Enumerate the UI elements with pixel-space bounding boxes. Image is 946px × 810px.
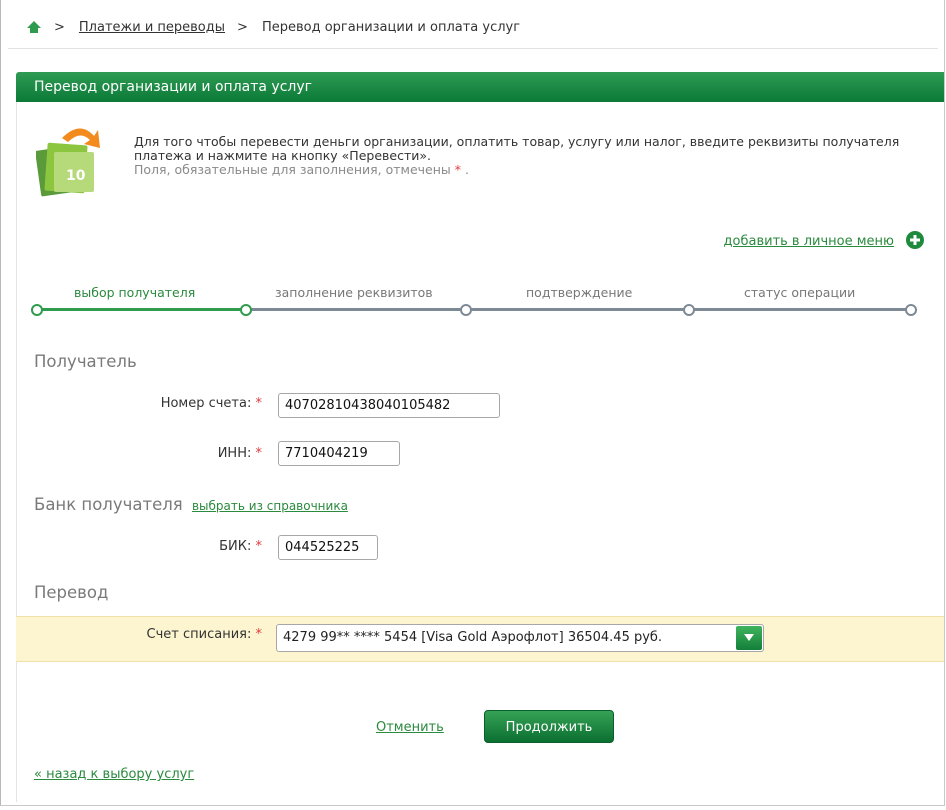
chevron-right-icon: >: [54, 19, 65, 35]
page-header: Перевод организации и оплата услуг: [16, 72, 944, 102]
account-number-label-text: Номер счета:: [160, 396, 252, 411]
add-to-menu-link[interactable]: добавить в личное меню: [724, 234, 894, 249]
inn-label-text: ИНН:: [217, 446, 252, 461]
step-operation-status: статус операции: [744, 285, 856, 300]
breadcrumb: > Платежи и переводы > Перевод организац…: [26, 17, 520, 37]
debit-account-value: 4279 99** **** 5454 [Visa Gold Аэрофлот]…: [283, 630, 663, 645]
required-hint: Поля, обязательные для заполнения, отмеч…: [134, 163, 924, 177]
required-star: *: [255, 627, 263, 642]
page-title: Перевод организации и оплата услуг: [34, 79, 312, 95]
step-node-end: [905, 304, 917, 316]
inn-label: ИНН: *: [60, 446, 262, 461]
inn-input[interactable]: 7710404219: [278, 441, 400, 466]
section-recipient: Получатель: [34, 352, 137, 371]
breadcrumb-current: Перевод организации и оплата услуг: [261, 19, 521, 35]
required-star: *: [255, 539, 263, 554]
breadcrumb-link-payments[interactable]: Платежи и переводы: [79, 20, 225, 35]
account-number-input[interactable]: 40702810438040105482: [278, 393, 500, 418]
required-star: *: [255, 446, 263, 461]
chevron-right-icon: >: [237, 19, 248, 35]
required-hint-end: .: [464, 162, 469, 177]
debit-account-select[interactable]: 4279 99** **** 5454 [Visa Gold Аэрофлот]…: [276, 624, 764, 652]
step-track: [246, 308, 912, 311]
intro-description: Для того чтобы перевести деньги организа…: [134, 135, 924, 177]
section-bank-title: Банк получателя: [34, 495, 183, 514]
choose-from-directory-link[interactable]: выбрать из справочника: [192, 499, 348, 513]
step-node-3: [683, 304, 695, 316]
intro-text: Для того чтобы перевести деньги организа…: [134, 134, 900, 163]
divider: [8, 48, 938, 49]
plus-circle-icon[interactable]: [906, 231, 924, 253]
debit-account-label: Счет списания: *: [60, 627, 262, 642]
step-fill-details: заполнение реквизитов: [275, 285, 433, 300]
step-node-1: [240, 304, 252, 316]
required-star: *: [255, 396, 263, 411]
cancel-link[interactable]: Отменить: [376, 720, 444, 735]
step-confirmation: подтверждение: [526, 285, 633, 300]
svg-text:10: 10: [66, 168, 86, 184]
account-number-label: Номер счета: *: [60, 396, 262, 411]
money-transfer-icon: 10: [35, 118, 104, 202]
section-transfer: Перевод: [34, 583, 109, 602]
required-star: *: [454, 162, 461, 177]
progress-steps: выбор получателя заполнение реквизитов п…: [0, 280, 946, 320]
step-select-recipient: выбор получателя: [74, 285, 196, 300]
bik-label: БИК: *: [60, 539, 262, 554]
debit-account-label-text: Счет списания:: [146, 627, 252, 642]
continue-button[interactable]: Продолжить: [484, 710, 614, 743]
dropdown-button[interactable]: [736, 626, 762, 650]
chevron-down-icon: [744, 634, 754, 641]
section-bank: Банк получателя выбрать из справочника: [34, 495, 348, 514]
bik-label-text: БИК:: [219, 539, 252, 554]
bik-input[interactable]: 044525225: [278, 535, 378, 560]
back-to-services-link[interactable]: « назад к выбору услуг: [34, 767, 194, 782]
home-icon[interactable]: [26, 20, 42, 34]
step-track-active: [38, 308, 246, 311]
step-node-2: [460, 304, 472, 316]
step-node-start: [31, 304, 43, 316]
required-hint-text: Поля, обязательные для заполнения, отмеч…: [134, 162, 451, 177]
